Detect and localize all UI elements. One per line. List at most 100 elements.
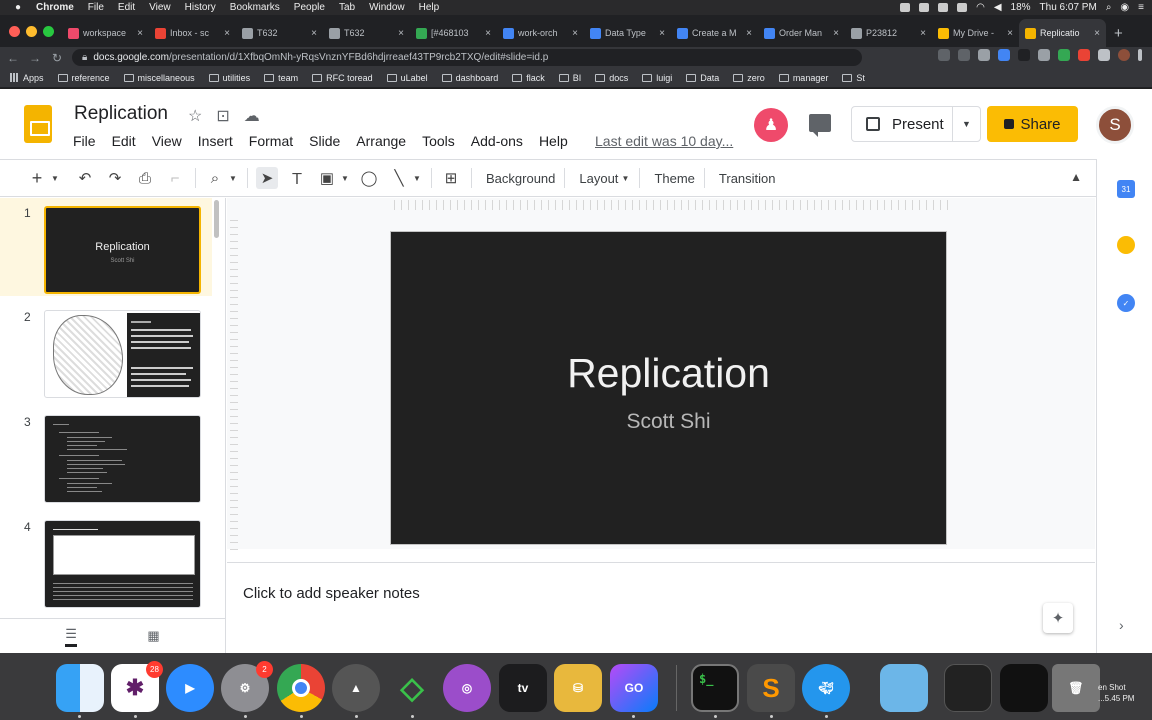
close-tab-icon[interactable]: × (224, 28, 230, 39)
archive-utility-icon[interactable]: ▲ (332, 664, 380, 712)
filmstrip-scrollbar[interactable] (214, 200, 219, 238)
menu-edit[interactable]: Edit (118, 2, 135, 13)
menu-bookmarks[interactable]: Bookmarks (230, 2, 280, 13)
slide-title[interactable]: Replication (391, 350, 946, 397)
new-slide-dropdown-icon[interactable]: ▼ (50, 167, 60, 189)
new-slide-icon[interactable]: + (26, 167, 48, 189)
filmstrip-slide[interactable]: 4 (0, 512, 212, 610)
zoom-icon[interactable] (938, 49, 950, 61)
star-icon[interactable]: ☆ (188, 106, 202, 126)
browser-tab[interactable]: Inbox - sc × (149, 19, 236, 47)
bookmark-item[interactable]: team (264, 73, 298, 83)
chrome-menu-icon[interactable] (1138, 49, 1142, 61)
chrome-icon[interactable] (277, 664, 325, 712)
slack-icon[interactable]: ✱ 28 (111, 661, 163, 712)
screenshot-label[interactable]: en Shot ...5.45 PM (1098, 682, 1134, 704)
extension-icon[interactable] (1058, 49, 1070, 61)
menu-help[interactable]: Help (419, 2, 440, 13)
browser-tab[interactable]: work-orch × (497, 19, 584, 47)
meet-icon[interactable]: ♟ (754, 108, 788, 142)
bookmark-item[interactable]: luigi (642, 73, 672, 83)
bookmark-item[interactable]: St (842, 73, 865, 83)
apple-icon[interactable]: ● (12, 2, 24, 13)
notification-center-icon[interactable]: ≡ (1138, 2, 1144, 13)
bookmark-item[interactable]: flack (512, 73, 545, 83)
minimize-window-button[interactable] (26, 25, 37, 37)
extension-icon[interactable] (1018, 49, 1030, 61)
status-item-icon[interactable] (957, 3, 968, 12)
extension-icon[interactable] (1078, 49, 1090, 61)
print-icon[interactable]: ⎙ (134, 167, 156, 189)
browser-tab[interactable]: workspace × (62, 19, 149, 47)
system-preferences-icon[interactable]: ⚙ 2 (221, 661, 273, 712)
menu-edit[interactable]: Edit (112, 133, 136, 149)
cloud-status-icon[interactable]: ☁ (244, 106, 260, 126)
battery-percent[interactable]: 18% (1011, 2, 1031, 13)
goland-icon[interactable]: GO (610, 664, 658, 712)
browser-tab[interactable]: P23812 × (845, 19, 932, 47)
slides-logo-icon[interactable] (24, 105, 52, 143)
apple-tv-icon[interactable]: tv (499, 664, 547, 712)
bookmark-item[interactable]: miscellaneous (123, 73, 195, 83)
extension-icon[interactable] (998, 49, 1010, 61)
slide-thumbnail[interactable]: Replication Scott Shi (44, 206, 201, 294)
docker-icon[interactable]: 🐳︎ (802, 664, 850, 712)
redo-icon[interactable]: ↷ (104, 167, 126, 189)
image-dropdown-icon[interactable]: ▼ (340, 167, 350, 189)
downloads-folder-icon[interactable] (880, 664, 928, 712)
layout-dropdown-icon[interactable]: ▼ (620, 167, 630, 189)
filmstrip-slide[interactable]: 2 (0, 302, 212, 400)
image-icon[interactable]: ▣ (316, 167, 338, 189)
grid-view-icon[interactable]: ▦ (147, 628, 159, 644)
spotlight-icon[interactable]: ⌕ (1106, 2, 1112, 13)
calendar-icon[interactable]: 31 (1117, 180, 1135, 198)
share-button[interactable]: Share (987, 106, 1078, 142)
layout-button[interactable]: Layout (579, 171, 618, 186)
browser-tab[interactable]: T632 × (236, 19, 323, 47)
extensions-puzzle-icon[interactable] (1098, 49, 1110, 61)
slide-thumbnail[interactable] (44, 520, 201, 608)
address-bar[interactable]: 🔒︎ docs.google.com/presentation/d/1XfbqO… (72, 49, 862, 66)
extension-icon[interactable] (978, 49, 990, 61)
browser-tab-active[interactable]: Replicatio × (1019, 19, 1106, 47)
explore-icon[interactable]: ✦ (1043, 603, 1073, 633)
bookmark-item[interactable]: uLabel (386, 73, 428, 83)
filmstrip-view-icon[interactable]: ☰ (65, 626, 77, 647)
status-item-icon[interactable] (900, 3, 911, 12)
zoom-window-button[interactable] (43, 25, 54, 37)
menu-format[interactable]: Format (249, 133, 293, 149)
bookmark-item[interactable]: utilities (208, 73, 250, 83)
profile-avatar-small[interactable] (1118, 49, 1130, 61)
slide-thumbnail[interactable] (44, 415, 201, 503)
menu-file[interactable]: File (88, 2, 104, 13)
current-slide[interactable]: Replication Scott Shi (390, 231, 947, 545)
siri-icon[interactable]: ◉ (1120, 2, 1129, 13)
close-window-button[interactable] (9, 25, 20, 37)
back-icon[interactable]: ← (4, 51, 22, 65)
document-title[interactable]: Replication (74, 103, 168, 125)
extension-icon[interactable] (1038, 49, 1050, 61)
menu-help[interactable]: Help (539, 133, 568, 149)
browser-tab[interactable]: Create a M × (671, 19, 758, 47)
bookmark-item[interactable]: reference (57, 73, 110, 83)
slide-canvas[interactable]: Replication Scott Shi (227, 198, 1095, 550)
menu-view[interactable]: View (149, 2, 171, 13)
close-tab-icon[interactable]: × (311, 28, 317, 39)
forward-icon[interactable]: → (26, 51, 44, 65)
wifi-icon[interactable]: ◠ (976, 2, 985, 13)
background-button[interactable]: Background (486, 171, 555, 186)
sublime-text-icon[interactable]: S (747, 664, 795, 712)
close-tab-icon[interactable]: × (137, 28, 143, 39)
bookmark-item[interactable]: docs (595, 73, 628, 83)
sequel-pro-icon[interactable]: ⛁ (554, 664, 602, 712)
zoom-icon[interactable]: ⌕ (204, 167, 226, 189)
show-side-panel-icon[interactable]: › (1119, 617, 1124, 633)
menu-window[interactable]: Window (369, 2, 405, 13)
podcasts-icon[interactable]: ◎ (443, 664, 491, 712)
close-tab-icon[interactable]: × (572, 28, 578, 39)
status-item-icon[interactable] (938, 3, 949, 12)
close-tab-icon[interactable]: × (746, 28, 752, 39)
close-tab-icon[interactable]: × (1094, 28, 1100, 39)
trash-icon[interactable]: 🗑︎ (1052, 664, 1100, 712)
browser-tab[interactable]: Order Man × (758, 19, 845, 47)
